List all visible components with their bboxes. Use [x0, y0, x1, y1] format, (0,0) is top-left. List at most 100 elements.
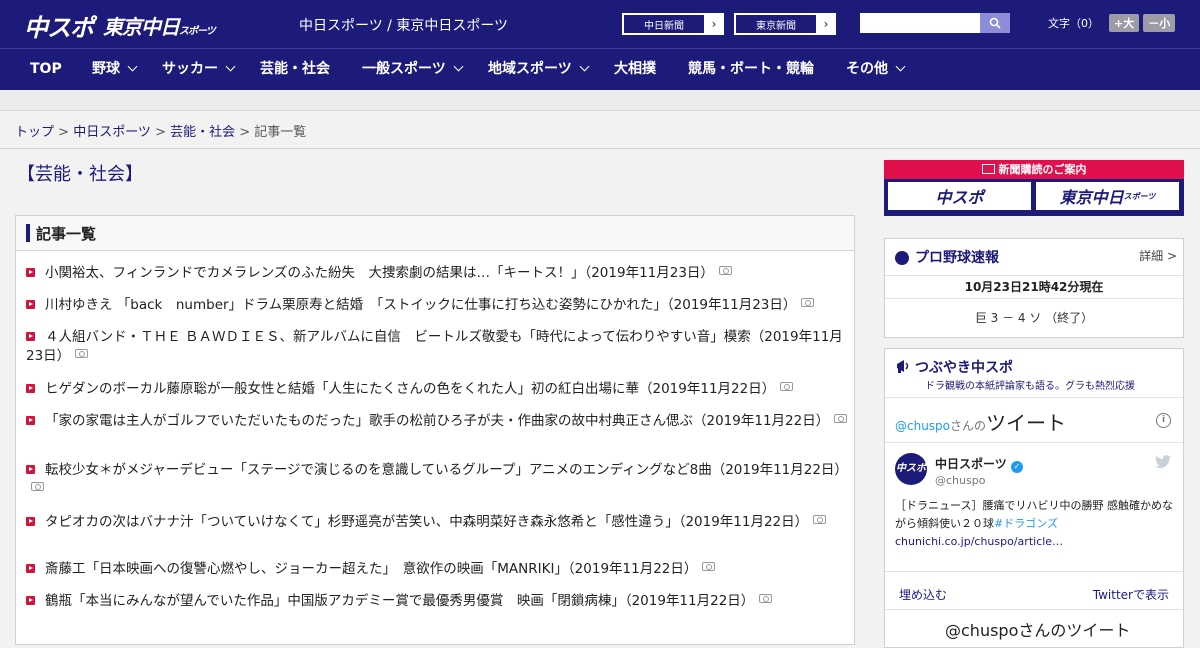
megaphone-icon	[897, 360, 909, 373]
tweets-footer[interactable]: @chuspoさんのツイート	[945, 617, 1130, 641]
nav-item-sumo[interactable]: 大相撲	[614, 49, 656, 91]
chevron-down-icon	[453, 61, 464, 72]
article-link[interactable]: 川村ゆきえ 「back number」ドラム栗原寿と結婚 「ストイックに仕事に打…	[45, 297, 796, 313]
nav-label: 野球	[92, 61, 120, 77]
article-link[interactable]: ヒゲダンのボーカル藤原聡が一般女性と結婚「人生にたくさんの色をくれた人」初の紅白…	[45, 381, 775, 397]
account-handle[interactable]: @chuspo	[935, 474, 985, 487]
logo-tokyo-chunichi[interactable]: 東京中日スポーツ	[103, 11, 216, 40]
footer-handle: @chuspo	[945, 621, 1019, 640]
play-marker-icon	[26, 332, 35, 341]
list-item: 転校少女＊がメジャーデビュー「ステージで演じるのを意識しているグループ」アニメの…	[26, 461, 848, 499]
nav-item-racing[interactable]: 競馬・ボート・競輪	[688, 49, 814, 91]
list-item: 川村ゆきえ 「back number」ドラム栗原寿と結婚 「ストイックに仕事に打…	[26, 296, 848, 315]
article-link[interactable]: ４人組バンド・ＴＨＥ ＢＡＷＤＩＥＳ、新アルバムに自信 ビートルズ敬愛も「時代に…	[26, 329, 843, 364]
play-marker-icon	[26, 300, 35, 309]
subscription-header: 新聞購読のご案内	[884, 160, 1184, 179]
logo-tokyo-small: スポーツ	[179, 26, 216, 37]
tweets-title-text: つぶやき中スポ	[915, 360, 1013, 376]
nav-label: その他	[846, 61, 888, 77]
subscription-banner[interactable]: 新聞購読のご案内 中スポ 東京中日 スポーツ	[884, 160, 1184, 216]
article-list-heading: 記事一覧	[36, 225, 97, 243]
chevron-down-icon	[225, 61, 236, 72]
camera-icon	[702, 562, 716, 571]
chevron-down-icon	[579, 61, 590, 72]
page-title: 【芸能・社会】	[17, 164, 143, 185]
camera-icon	[834, 414, 848, 423]
search-icon	[989, 17, 1001, 29]
chevron-right-icon: ›	[823, 17, 829, 31]
info-icon[interactable]: i	[1156, 413, 1171, 428]
article-list: 記事一覧 小関裕太、フィンランドでカメラレンズのふた紛失 大捜索劇の結果は…「キ…	[15, 215, 855, 645]
divider	[885, 571, 1183, 572]
account-name[interactable]: 中日スポーツ ✓	[935, 455, 1023, 473]
play-marker-icon	[26, 564, 35, 573]
nav-item-general-sports[interactable]: 一般スポーツ	[362, 49, 464, 91]
tweets-panel-title: つぶやき中スポ	[895, 357, 1013, 377]
play-marker-icon	[26, 465, 35, 474]
font-size-label: 文字（0）	[1048, 17, 1099, 30]
view-on-twitter-link[interactable]: Twitterで表示	[1093, 586, 1169, 603]
twitter-widget-header: @chuspoさんのツイート	[895, 407, 1066, 436]
ext-link-label: 東京新聞	[735, 14, 817, 34]
nav-item-top[interactable]: TOP	[30, 49, 62, 91]
search-button[interactable]	[980, 13, 1010, 33]
article-link[interactable]: 転校少女＊がメジャーデビュー「ステージで演じるのを意識しているグループ」アニメの…	[45, 462, 848, 478]
divider	[885, 609, 1183, 610]
nav-item-regional-sports[interactable]: 地域スポーツ	[488, 49, 590, 91]
widget-handle[interactable]: @chuspo	[895, 419, 950, 433]
font-smaller-button[interactable]: －小	[1143, 14, 1176, 32]
tweet-link[interactable]: chunichi.co.jp/chuspo/article…	[895, 535, 1063, 548]
tweets-panel: つぶやき中スポ ドラ観戦の本紙評論家も語る。グラも熱烈応援 @chuspoさんの…	[884, 348, 1184, 648]
nav-label: 芸能・社会	[260, 61, 330, 77]
list-item: 鶴瓶「本当にみんなが望んでいた作品」中国版アカデミー賞で最優秀男優賞 映画「閉鎖…	[26, 592, 848, 611]
chunichi-shimbun-link[interactable]: 中日新聞 ›	[622, 13, 724, 35]
camera-icon	[801, 298, 815, 307]
newspaper-icon	[981, 164, 995, 174]
nav-label: 一般スポーツ	[362, 61, 446, 77]
list-item: ４人組バンド・ＴＨＥ ＢＡＷＤＩＥＳ、新アルバムに自信 ビートルズ敬愛も「時代に…	[26, 328, 848, 366]
nav-label: 地域スポーツ	[488, 61, 572, 77]
baseball-icon	[895, 251, 909, 265]
nav-item-soccer[interactable]: サッカー	[162, 49, 236, 91]
list-item: 小関裕太、フィンランドでカメラレンズのふた紛失 大捜索劇の結果は…「キートス！」…	[26, 264, 848, 283]
nav-item-entertainment[interactable]: 芸能・社会	[260, 49, 330, 91]
article-list-header: 記事一覧	[16, 216, 854, 251]
site-title: 中日スポーツ / 東京中日スポーツ	[299, 18, 509, 34]
baseball-timestamp: 10月23日21時42分現在	[885, 275, 1183, 299]
embed-link[interactable]: 埋め込む	[899, 586, 947, 603]
article-link[interactable]: 小関裕太、フィンランドでカメラレンズのふた紛失 大捜索劇の結果は…「キートス！」…	[45, 265, 714, 281]
play-marker-icon	[26, 416, 35, 425]
article-link[interactable]: 鶴瓶「本当にみんなが望んでいた作品」中国版アカデミー賞で最優秀男優賞 映画「閉鎖…	[45, 593, 754, 609]
logo-tokyo-text: 東京中日	[103, 15, 180, 39]
heading-bar	[26, 224, 30, 242]
camera-icon	[813, 515, 827, 524]
article-link[interactable]: 「家の家電は主人がゴルフでいただいたものだった」歌手の松前ひろ子が夫・作曲家の故…	[45, 413, 829, 429]
camera-icon	[759, 594, 773, 603]
font-larger-button[interactable]: +大	[1109, 14, 1140, 32]
logo-chuspo[interactable]: 中スポ	[24, 8, 94, 43]
breadcrumb-top[interactable]: トップ	[15, 125, 54, 140]
widget-suffix: さんの	[950, 419, 987, 433]
chevron-down-icon	[895, 61, 906, 72]
avatar[interactable]: 中スポ	[895, 453, 927, 485]
breadcrumb-entertainment[interactable]: 芸能・社会	[170, 125, 235, 140]
baseball-details-link[interactable]: 詳細 >	[1139, 247, 1177, 264]
article-link[interactable]: 斎藤工「日本映画への復讐心燃やし、ジョーカー超えた」 意欲作の映画「MANRIK…	[45, 561, 697, 577]
twitter-bird-icon[interactable]	[1155, 455, 1171, 469]
tweet-hashtag[interactable]: #ドラゴンズ	[994, 517, 1058, 530]
subscribe-chuspo[interactable]: 中スポ	[888, 182, 1031, 210]
breadcrumb-chuspo[interactable]: 中日スポーツ	[73, 125, 151, 140]
subscribe-tokyo-chunichi[interactable]: 東京中日 スポーツ	[1036, 182, 1179, 210]
nav-item-baseball[interactable]: 野球	[92, 49, 138, 91]
search-input[interactable]	[860, 13, 980, 33]
nav-item-other[interactable]: その他	[846, 49, 906, 91]
widget-title: ツイート	[986, 411, 1067, 435]
baseball-score[interactable]: 巨 3 － 4 ソ （終了）	[885, 309, 1183, 326]
tokyo-shimbun-link[interactable]: 東京新聞 ›	[734, 13, 836, 35]
search-form	[860, 13, 1010, 33]
tweet-text: ［ドラニュース］腰痛でリハビリ中の勝野 感触確かめながら傾斜使い２０球#ドラゴン…	[895, 497, 1175, 551]
list-item: ヒゲダンのボーカル藤原聡が一般女性と結婚「人生にたくさんの色をくれた人」初の紅白…	[26, 380, 848, 399]
promo-right-text: 東京中日	[1059, 188, 1124, 207]
site-logo[interactable]: 中スポ 東京中日スポーツ	[24, 8, 216, 43]
article-link[interactable]: タピオカの次はバナナ汁「ついていけなくて」杉野遥亮が苦笑い、中森明菜好き森永悠希…	[45, 514, 808, 530]
